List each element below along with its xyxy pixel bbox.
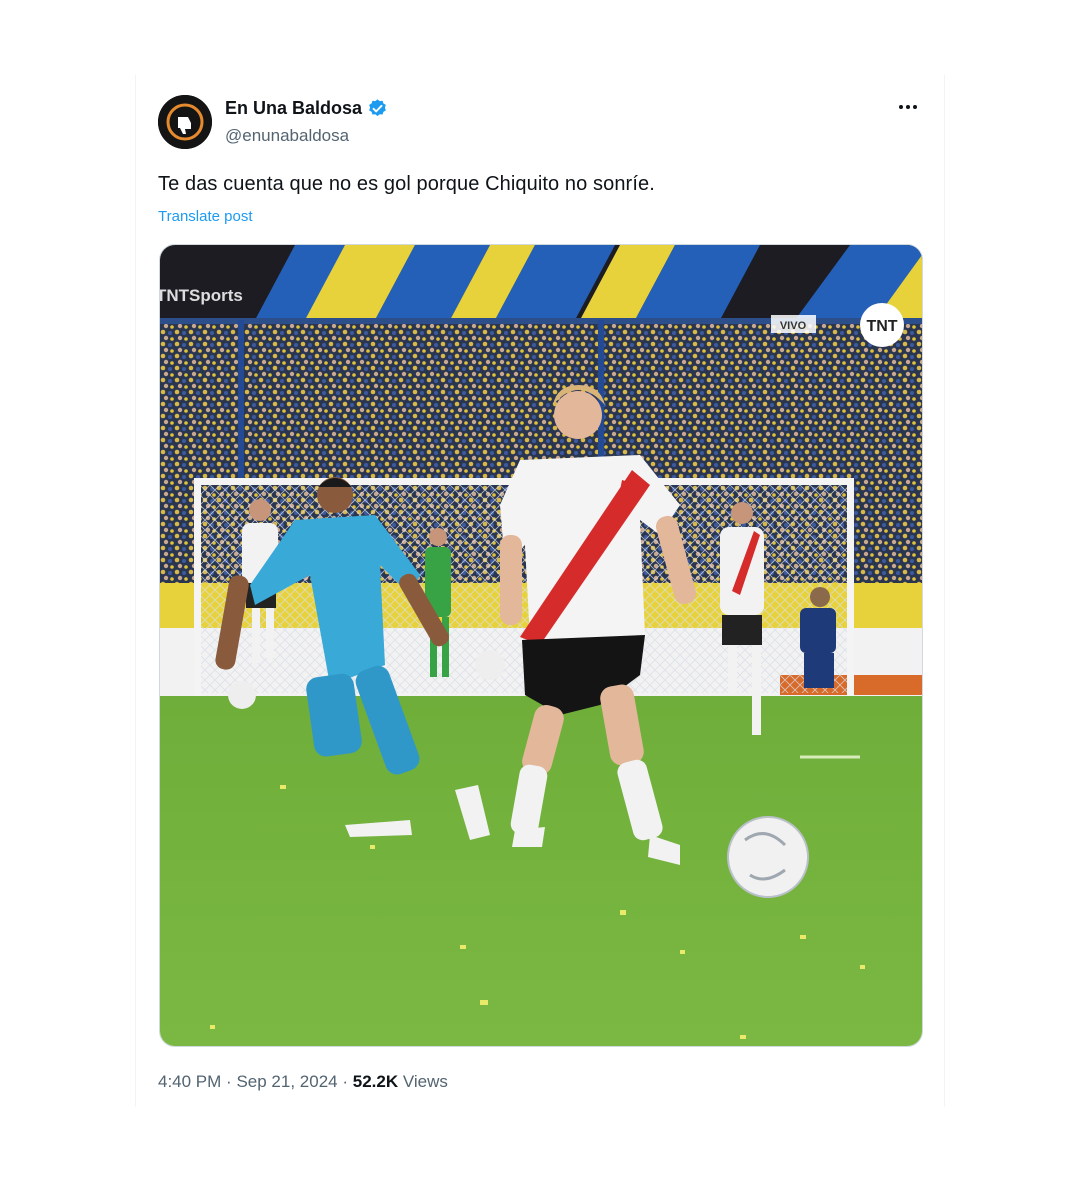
meta-separator: · xyxy=(342,1072,349,1091)
views-count: 52.2K xyxy=(352,1072,399,1091)
broadcaster-watermark: TNTSports xyxy=(160,286,243,305)
verified-badge-icon xyxy=(369,99,386,116)
post-text: Te das cuenta que no es gol porque Chiqu… xyxy=(158,173,655,195)
meta-separator: · xyxy=(226,1072,232,1091)
author-handle[interactable]: @enunabaldosa xyxy=(225,126,349,146)
author-avatar[interactable] xyxy=(158,95,212,149)
football-match-frame: TNTSports VIVO TNT xyxy=(160,245,922,1046)
thumbs-down-logo-icon xyxy=(158,95,212,149)
more-options-icon[interactable] xyxy=(896,95,920,119)
post-date[interactable]: Sep 21, 2024 xyxy=(236,1072,337,1091)
tnt-channel-logo: TNT xyxy=(866,318,897,335)
live-badge: VIVO xyxy=(780,320,807,332)
post-media-video[interactable]: TNTSports VIVO TNT xyxy=(159,244,923,1047)
tweet-card[interactable]: En Una Baldosa @enunabaldosa Te das cuen… xyxy=(135,75,945,1107)
views-label: Views xyxy=(402,1072,448,1091)
translate-post-link[interactable]: Translate post xyxy=(158,208,253,225)
author-display-name[interactable]: En Una Baldosa xyxy=(225,98,362,119)
post-time[interactable]: 4:40 PM xyxy=(158,1072,221,1091)
post-metadata: 4:40 PM · Sep 21, 2024 · 52.2K Views xyxy=(158,1072,448,1092)
